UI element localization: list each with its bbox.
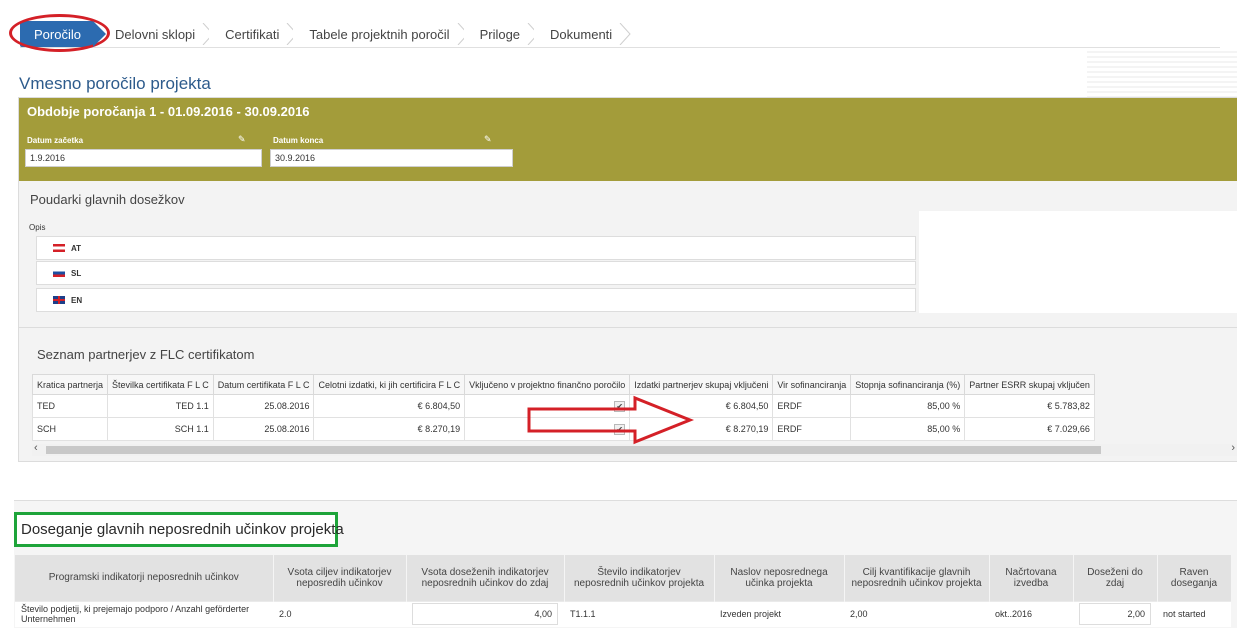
partners-title: Seznam partnerjev z FLC certifikatom	[37, 347, 255, 362]
start-date-label: Datum začetka	[27, 136, 84, 145]
pencil-icon: ✎	[484, 134, 492, 144]
table-header-row: Programski indikatorji neposrednih učink…	[15, 555, 1232, 601]
lang-label: AT	[71, 243, 82, 253]
chevron-separator-icon	[619, 23, 631, 45]
column-header[interactable]: Vsota ciljev indikatorjev neposredih uči…	[273, 555, 407, 601]
column-header[interactable]: Programski indikatorji neposrednih učink…	[15, 555, 274, 601]
cell-vir: ERDF	[772, 417, 852, 441]
blank-area	[919, 211, 1237, 313]
austria-flag-icon	[53, 244, 65, 252]
tab-porocilo[interactable]: Poročilo	[20, 21, 106, 47]
lang-row-sl[interactable]: SL	[36, 261, 916, 285]
column-header[interactable]: Stopnja sofinanciranja (%)	[850, 374, 966, 395]
tab-tabele-projektnih-porocil[interactable]: Tabele projektnih poročil	[293, 21, 469, 47]
cell-indikator: Število podjetij, ki prejemajo podporo /…	[15, 600, 273, 627]
column-header[interactable]: Številka certifikata F L C	[107, 374, 214, 395]
cell-raven: not started	[1157, 600, 1231, 627]
breadcrumb-underline	[20, 47, 1220, 48]
scroll-thumb[interactable]	[46, 446, 1101, 454]
column-header[interactable]: Cilj kvantifikacije glavnih neposrednih …	[844, 555, 990, 601]
table-row[interactable]: Število podjetij, ki prejemajo podporo /…	[15, 600, 1231, 627]
breadcrumb: Poročilo Delovni sklopi Certifikati Tabe…	[18, 20, 631, 48]
cell-izdatki: € 6.804,50	[313, 394, 466, 418]
tab-priloge[interactable]: Priloge	[463, 21, 539, 47]
highlights-title: Poudarki glavnih dosežkov	[30, 192, 185, 207]
cell-vsota-ciljev: 2.0	[273, 600, 406, 627]
column-header[interactable]: Naslov neposrednega učinka projekta	[714, 555, 845, 601]
scroll-left-icon[interactable]: ‹	[34, 442, 38, 454]
tab-label: Certifikati	[225, 26, 280, 42]
horizontal-scrollbar[interactable]: ‹ ›	[32, 442, 1237, 456]
end-date-field[interactable]: 30.9.2016	[270, 149, 513, 167]
cell-stevilo: T1.1.1	[564, 600, 714, 627]
column-header[interactable]: Vsota doseženih indikatorjev neposrednih…	[406, 555, 565, 601]
cell-kratica: SCH	[31, 417, 109, 441]
opis-label: Opis	[29, 223, 46, 232]
tab-label: Priloge	[479, 26, 521, 42]
red-annotation-arrow	[527, 395, 695, 445]
outputs-title: Doseganje glavnih neposrednih učinkov pr…	[14, 512, 344, 547]
scroll-right-icon[interactable]: ›	[1231, 442, 1235, 454]
column-header[interactable]: Celotni izdatki, ki jih certificira F L …	[313, 374, 466, 395]
lang-row-en[interactable]: EN	[36, 288, 916, 312]
table-header-row: Kratica partnerja Številka certifikata F…	[31, 374, 1095, 395]
column-header[interactable]: Raven doseganja	[1157, 555, 1232, 601]
cell-stevilka: TED 1.1	[107, 394, 214, 418]
column-header[interactable]: Datum certifikata F L C	[212, 374, 315, 395]
cell-vsota-dosezenih: 4,00	[406, 600, 564, 627]
column-header[interactable]: Vključeno v projektno finančno poročilo	[464, 374, 631, 395]
decorative-lines	[1087, 50, 1237, 98]
achieved-sum-field[interactable]: 4,00	[412, 603, 558, 626]
period-header: Obdobje poročanja 1 - 01.09.2016 - 30.09…	[19, 98, 1237, 181]
cell-stopnja: 85,00 %	[850, 417, 966, 441]
start-date-field[interactable]: 1.9.2016	[25, 149, 262, 167]
cell-vir: ERDF	[772, 394, 852, 418]
pencil-icon: ✎	[238, 134, 246, 144]
column-header[interactable]: Izdatki partnerjev skupaj vključeni	[629, 374, 774, 395]
achieved-to-date-field[interactable]: 2,00	[1079, 603, 1151, 626]
tab-certifikati[interactable]: Certifikati	[209, 21, 299, 47]
cell-izdatki: € 8.270,19	[313, 417, 466, 441]
tab-label: Dokumenti	[550, 26, 613, 42]
end-date-label: Datum konca	[273, 136, 324, 145]
cell-dosezeni: 2,00	[1073, 600, 1157, 627]
outputs-table: Programski indikatorji neposrednih učink…	[15, 555, 1232, 627]
tab-label: Delovni sklopi	[114, 26, 196, 42]
tab-dokumenti[interactable]: Dokumenti	[534, 21, 631, 47]
section-divider	[19, 327, 1237, 328]
cell-datum: 25.08.2016	[212, 417, 315, 441]
slovenia-flag-icon	[53, 269, 65, 277]
tab-delovni-sklopi[interactable]: Delovni sklopi	[92, 21, 214, 47]
cell-nacrtovana: okt..2016	[989, 600, 1073, 627]
column-header[interactable]: Partner ESRR skupaj vključen	[964, 374, 1095, 395]
cell-esrr: € 7.029,66	[964, 417, 1095, 441]
column-header[interactable]: Doseženi do zdaj	[1073, 555, 1158, 601]
cell-cilj: 2,00	[844, 600, 989, 627]
uk-flag-icon	[53, 296, 65, 304]
tab-label: Poročilo	[34, 26, 81, 42]
column-header[interactable]: Načrtovana izvedba	[989, 555, 1074, 601]
lang-label: SL	[71, 268, 82, 278]
tab-label: Tabele projektnih poročil	[309, 26, 450, 42]
column-header[interactable]: Kratica partnerja	[31, 374, 109, 395]
lang-row-at[interactable]: AT	[36, 236, 916, 260]
cell-naslov: Izveden projekt	[714, 600, 844, 627]
cell-esrr: € 5.783,82	[964, 394, 1095, 418]
cell-datum: 25.08.2016	[212, 394, 315, 418]
lang-label: EN	[71, 295, 83, 305]
column-header[interactable]: Vir sofinanciranja	[772, 374, 852, 395]
column-header[interactable]: Število indikatorjev neposrednih učinkov…	[564, 555, 715, 601]
cell-stevilka: SCH 1.1	[107, 417, 214, 441]
period-title: Obdobje poročanja 1 - 01.09.2016 - 30.09…	[27, 104, 310, 119]
outputs-panel: Doseganje glavnih neposrednih učinkov pr…	[14, 500, 1237, 628]
cell-stopnja: 85,00 %	[850, 394, 966, 418]
page-title: Vmesno poročilo projekta	[19, 74, 211, 93]
cell-kratica: TED	[31, 394, 109, 418]
